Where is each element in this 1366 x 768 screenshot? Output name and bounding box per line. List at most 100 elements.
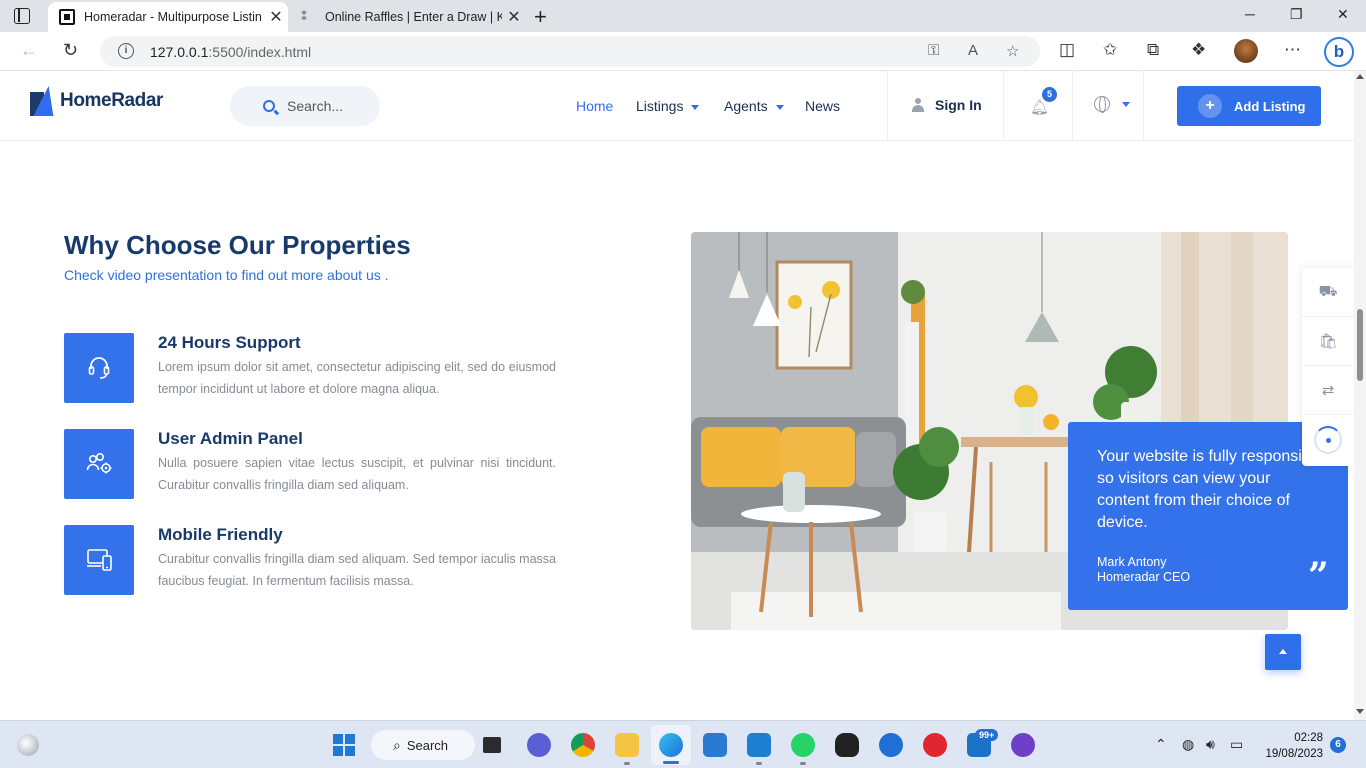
linux-penguin-icon[interactable]: [835, 733, 859, 757]
shopping-bag-icon[interactable]: 🛍: [1302, 317, 1354, 366]
site-info-icon[interactable]: i: [118, 43, 134, 59]
feature-icon-box: [64, 333, 134, 403]
edge-icon[interactable]: [659, 733, 683, 764]
back-to-top-button[interactable]: [1265, 634, 1301, 670]
clock-time: 02:28: [1294, 732, 1323, 744]
tab-online-raffles[interactable]: ⁑ Online Raffles | Enter a Draw | Ko ✕: [290, 2, 526, 32]
search-icon: ⌕: [393, 736, 401, 753]
feature-mobile-friendly: Mobile Friendly Curabitur convallis frin…: [64, 525, 556, 595]
site-logo[interactable]: HomeRadar: [30, 86, 163, 116]
scroll-down-icon[interactable]: [1356, 709, 1364, 714]
vscode-icon[interactable]: [747, 733, 771, 765]
user-icon: [912, 98, 924, 112]
taskbar: ⌕ Search 99+ ⌃ ◍ 🔊︎ ▭ 02:28 19/08/2023 6: [0, 720, 1366, 768]
feature-title: User Admin Panel: [158, 429, 303, 448]
divider: [1003, 71, 1004, 141]
airtel-icon[interactable]: [923, 733, 947, 757]
battery-icon[interactable]: ▭: [1230, 736, 1243, 753]
tab-actions-icon[interactable]: [14, 8, 30, 24]
favorite-star-icon[interactable]: ☆: [1006, 42, 1019, 60]
testimonial-author: Mark Antony Homeradar CEO: [1097, 555, 1190, 585]
page-scrollbar[interactable]: [1354, 71, 1366, 720]
store-icon[interactable]: [703, 733, 727, 757]
taskbar-search[interactable]: ⌕ Search: [371, 730, 475, 760]
compare-arrows-icon[interactable]: ⇄: [1302, 366, 1354, 415]
nav-agents[interactable]: Agents: [724, 98, 784, 114]
feature-text: Lorem ipsum dolor sit amet, consectetur …: [158, 360, 556, 396]
chevron-up-icon[interactable]: ⌃: [1155, 736, 1167, 753]
clock-date: 19/08/2023: [1265, 748, 1323, 760]
chevron-down-icon[interactable]: [1122, 102, 1130, 107]
chevron-down-icon: [691, 104, 700, 110]
app-badge: 99+: [975, 729, 999, 741]
sign-in-button[interactable]: Sign In: [912, 97, 982, 113]
new-tab-icon[interactable]: +: [534, 4, 547, 30]
maximize-icon[interactable]: ❐: [1290, 6, 1303, 23]
volume-icon[interactable]: 🔊︎: [1206, 736, 1215, 753]
notification-count-badge[interactable]: 6: [1330, 737, 1346, 753]
scroll-thumb[interactable]: [1357, 309, 1363, 381]
maps-pin-icon[interactable]: [879, 733, 903, 757]
logo-mark-icon: [30, 86, 56, 116]
whatsapp-icon[interactable]: [791, 733, 815, 765]
progress-item[interactable]: [1302, 415, 1354, 464]
read-aloud-icon[interactable]: A: [968, 42, 978, 59]
feature-admin-panel: User Admin Panel Nulla posuere sapien vi…: [64, 429, 556, 499]
favorites-icon[interactable]: ✩: [1103, 40, 1117, 60]
delivery-icon[interactable]: ⛟: [1302, 268, 1354, 317]
minimize-icon[interactable]: ─: [1245, 6, 1255, 22]
nav-listings[interactable]: Listings: [636, 98, 700, 114]
split-screen-icon[interactable]: ◫: [1059, 40, 1075, 60]
folder-icon[interactable]: [615, 733, 639, 765]
url-field[interactable]: i 127.0.0.1:5500/index.html ⚿ A ☆: [100, 36, 1040, 67]
tab-close-icon[interactable]: ✕: [502, 7, 526, 27]
author-name: Mark Antony: [1097, 555, 1167, 569]
logo-text: HomeRadar: [60, 90, 164, 111]
scroll-up-icon[interactable]: [1356, 74, 1364, 79]
notification-badge: 5: [1042, 87, 1057, 102]
author-role: Homeradar CEO: [1097, 570, 1191, 584]
profile-avatar[interactable]: [1234, 39, 1258, 63]
nav-news[interactable]: News: [805, 98, 840, 114]
add-listing-label: Add Listing: [1234, 98, 1306, 114]
chrome-icon[interactable]: [571, 733, 595, 757]
key-icon[interactable]: ⚿: [928, 42, 939, 59]
search-input[interactable]: Search...: [230, 86, 380, 126]
headset-icon: [88, 357, 110, 379]
feature-title: 24 Hours Support: [158, 333, 301, 352]
reload-icon[interactable]: ↻: [63, 40, 78, 61]
plus-icon: +: [1198, 94, 1222, 118]
feature-text: Nulla posuere sapien vitae lectus suscip…: [158, 456, 556, 492]
extensions-icon[interactable]: ❖: [1191, 40, 1206, 60]
network-globe-icon[interactable]: ◍: [1182, 736, 1194, 753]
github-icon[interactable]: [1011, 733, 1035, 757]
feature-icon-box: [64, 429, 134, 499]
globe-icon[interactable]: [1094, 96, 1110, 113]
divider: [887, 71, 888, 141]
close-window-icon[interactable]: ✕: [1337, 6, 1349, 23]
nav-home[interactable]: Home: [576, 98, 613, 114]
teams-chat-icon[interactable]: [527, 733, 551, 757]
back-icon[interactable]: ←: [20, 40, 38, 61]
users-gear-icon: [86, 452, 112, 474]
system-clock[interactable]: 02:28 19/08/2023: [1257, 730, 1323, 762]
site-header: HomeRadar Search... Home Listings Agents…: [0, 71, 1354, 141]
tab-close-icon[interactable]: ✕: [264, 7, 288, 27]
feature-support: 24 Hours Support Lorem ipsum dolor sit a…: [64, 333, 556, 403]
windows-start-icon[interactable]: [333, 734, 355, 756]
weather-widget-icon[interactable]: [17, 734, 39, 756]
more-menu-icon[interactable]: ⋯: [1284, 40, 1301, 60]
feature-icon-box: [64, 525, 134, 595]
tab-title: Online Raffles | Enter a Draw | Ko: [325, 10, 502, 24]
add-listing-button[interactable]: + Add Listing: [1177, 86, 1321, 126]
tab-homeradar[interactable]: Homeradar - Multipurpose Listin ✕: [48, 2, 288, 32]
section-title: Why Choose Our Properties: [64, 230, 411, 260]
file-explorer-icon[interactable]: [483, 737, 501, 753]
sign-in-label: Sign In: [935, 97, 982, 113]
bing-icon[interactable]: b: [1324, 37, 1354, 67]
quote-icon: ”: [1308, 555, 1329, 597]
url-text[interactable]: 127.0.0.1:5500/index.html: [150, 44, 311, 60]
taskbar-search-label: Search: [406, 737, 449, 753]
collections-icon[interactable]: ⧉: [1147, 40, 1159, 60]
search-icon: [263, 100, 275, 112]
